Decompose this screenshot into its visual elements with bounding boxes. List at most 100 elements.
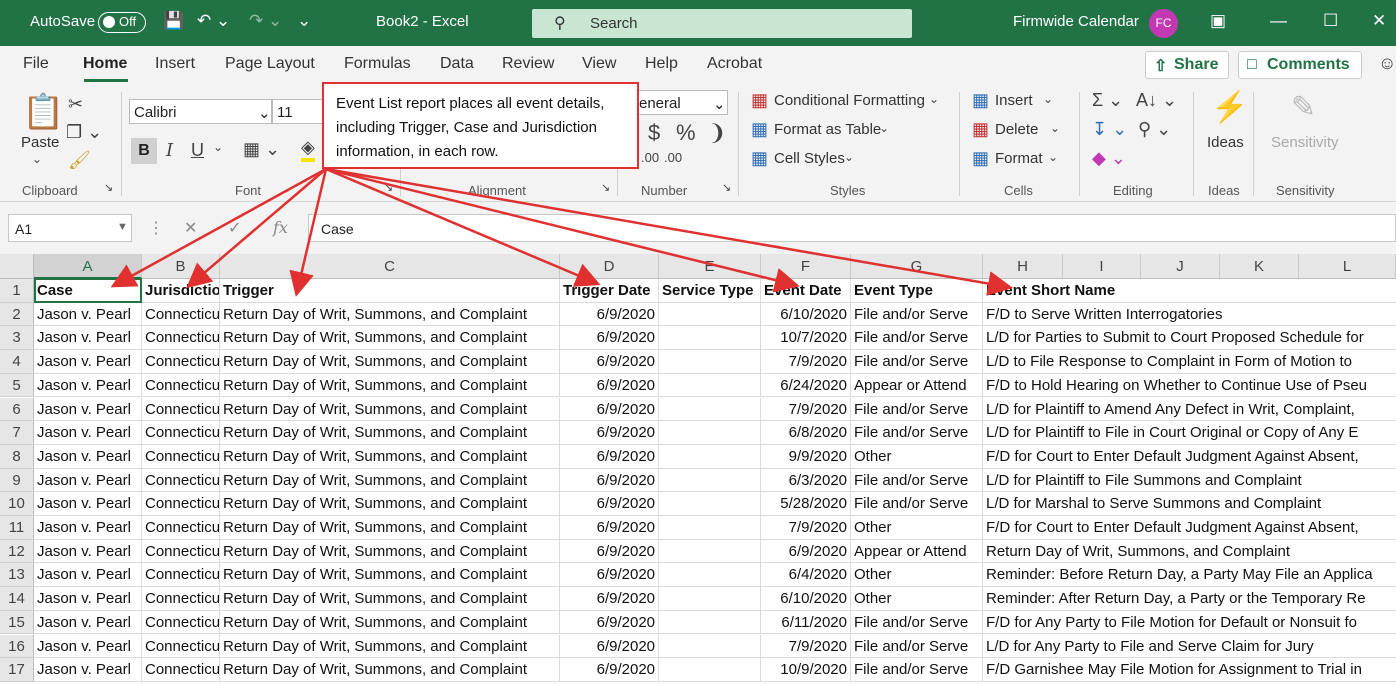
table-cell[interactable]: Jason v. Pearl <box>34 563 142 588</box>
row-header-16[interactable]: 16 <box>0 634 34 659</box>
table-cell[interactable]: Other <box>851 563 983 588</box>
delete-cells-icon[interactable]: ▦ <box>972 119 989 140</box>
row-header-10[interactable]: 10 <box>0 492 34 516</box>
insert-cells-icon[interactable]: ▦ <box>972 90 989 111</box>
format-as-table-button[interactable]: Format as Table <box>774 121 881 138</box>
chevron-down-icon[interactable]: ⌄ <box>32 152 42 166</box>
table-cell[interactable] <box>659 610 761 635</box>
conditional-formatting-button[interactable]: Conditional Formatting <box>774 92 925 109</box>
row-header-15[interactable]: 15 <box>0 610 34 635</box>
table-cell[interactable]: File and/or Serve <box>851 658 983 682</box>
insert-function-icon[interactable]: fx <box>273 218 288 237</box>
search-box[interactable]: ⚲ Search <box>532 9 912 38</box>
table-cell[interactable]: Return Day of Writ, Summons, and Complai… <box>220 610 560 635</box>
table-cell[interactable]: F/D for Court to Enter Default Judgment … <box>983 516 1396 540</box>
table-cell[interactable]: Connecticut <box>142 492 220 516</box>
ideas-icon[interactable]: ⚡ <box>1211 90 1248 125</box>
row-header-17[interactable]: 17 <box>0 658 34 682</box>
table-cell[interactable] <box>659 634 761 659</box>
table-cell[interactable]: Connecticut <box>142 302 220 327</box>
table-cell[interactable]: 6/9/2020 <box>560 516 659 540</box>
table-cell[interactable]: 10/9/2020 <box>761 658 851 682</box>
table-cell[interactable]: F/D to Serve Written Interrogatories <box>983 302 1396 327</box>
table-cell[interactable]: Jason v. Pearl <box>34 492 142 516</box>
table-cell[interactable]: 6/4/2020 <box>761 563 851 588</box>
table-cell[interactable]: 6/9/2020 <box>560 563 659 588</box>
table-cell[interactable]: File and/or Serve <box>851 302 983 327</box>
table-cell[interactable] <box>659 563 761 588</box>
table-cell[interactable]: Return Day of Writ, Summons, and Complai… <box>220 373 560 398</box>
table-cell[interactable]: L/D to File Response to Complaint in For… <box>983 350 1396 374</box>
table-cell[interactable]: Jason v. Pearl <box>34 516 142 540</box>
table-cell[interactable]: Connecticut <box>142 444 220 469</box>
table-cell[interactable] <box>659 350 761 374</box>
row-header-6[interactable]: 6 <box>0 397 34 422</box>
table-cell[interactable]: File and/or Serve <box>851 350 983 374</box>
column-header-g[interactable]: G <box>851 254 983 279</box>
comments-button[interactable]: □ Comments <box>1238 51 1362 79</box>
table-cell[interactable] <box>659 658 761 682</box>
table-cell[interactable]: 9/9/2020 <box>761 444 851 469</box>
tab-review[interactable]: Review <box>502 55 554 73</box>
row-header-7[interactable]: 7 <box>0 421 34 445</box>
table-cell[interactable]: 6/9/2020 <box>560 468 659 493</box>
row-header-14[interactable]: 14 <box>0 587 34 611</box>
table-cell[interactable]: L/D for Plaintiff to File in Court Origi… <box>983 421 1396 445</box>
column-header-e[interactable]: E <box>659 254 761 279</box>
chevron-down-icon[interactable]: ⌄ <box>213 140 223 154</box>
table-cell[interactable]: Connecticut <box>142 634 220 659</box>
share-button[interactable]: ⇧ Share <box>1145 51 1229 79</box>
row-header-1[interactable]: 1 <box>0 279 34 303</box>
header-cell[interactable]: Event Short Name <box>983 279 1396 303</box>
delete-button[interactable]: Delete <box>995 121 1038 138</box>
table-cell[interactable]: Return Day of Writ, Summons, and Complai… <box>220 563 560 588</box>
table-cell[interactable]: Connecticut <box>142 373 220 398</box>
paste-button[interactable]: Paste <box>21 134 59 151</box>
font-name-select[interactable]: Calibri ⌄ <box>129 99 272 124</box>
row-header-11[interactable]: 11 <box>0 516 34 540</box>
row-header-2[interactable]: 2 <box>0 302 34 327</box>
column-header-c[interactable]: C <box>220 254 560 279</box>
dialog-launcher-icon[interactable]: ↘ <box>601 181 610 194</box>
table-cell[interactable]: 5/28/2020 <box>761 492 851 516</box>
dialog-launcher-icon[interactable]: ↘ <box>104 181 113 194</box>
italic-icon[interactable]: I <box>166 140 173 161</box>
column-header-f[interactable]: F <box>761 254 851 279</box>
tab-page-layout[interactable]: Page Layout <box>225 55 315 73</box>
name-box[interactable]: A1 ▼ <box>8 214 132 242</box>
decrease-decimal-icon[interactable]: .00 <box>664 150 682 165</box>
table-cell[interactable]: Return Day of Writ, Summons, and Complai… <box>220 421 560 445</box>
ideas-button[interactable]: Ideas <box>1207 134 1244 151</box>
table-cell[interactable]: Jason v. Pearl <box>34 397 142 422</box>
tab-data[interactable]: Data <box>440 55 474 73</box>
table-cell[interactable]: Return Day of Writ, Summons, and Complai… <box>220 634 560 659</box>
table-cell[interactable]: Return Day of Writ, Summons, and Complai… <box>220 492 560 516</box>
table-cell[interactable]: 10/7/2020 <box>761 326 851 351</box>
table-cell[interactable]: 6/10/2020 <box>761 302 851 327</box>
table-cell[interactable] <box>659 468 761 493</box>
row-header-3[interactable]: 3 <box>0 326 34 351</box>
table-cell[interactable]: Reminder: Before Return Day, a Party May… <box>983 563 1396 588</box>
format-painter-icon[interactable]: 🖌 <box>68 150 91 171</box>
header-cell[interactable]: Event Type <box>851 279 983 303</box>
table-cell[interactable] <box>659 421 761 445</box>
copy-icon[interactable]: ❐ ⌄ <box>66 122 102 143</box>
cut-icon[interactable]: ✂ <box>68 94 83 115</box>
table-cell[interactable]: 6/9/2020 <box>560 397 659 422</box>
table-cell[interactable]: 7/9/2020 <box>761 350 851 374</box>
column-header-h[interactable]: H <box>983 254 1063 279</box>
table-cell[interactable]: Jason v. Pearl <box>34 539 142 564</box>
table-cell[interactable]: Return Day of Writ, Summons, and Complai… <box>220 302 560 327</box>
table-cell[interactable]: L/D for Any Party to File and Serve Clai… <box>983 634 1396 659</box>
table-cell[interactable]: File and/or Serve <box>851 326 983 351</box>
cell-styles-button[interactable]: Cell Styles <box>774 150 845 167</box>
close-icon[interactable]: ✕ <box>1372 11 1386 31</box>
row-header-9[interactable]: 9 <box>0 468 34 493</box>
row-header-5[interactable]: 5 <box>0 373 34 398</box>
table-cell[interactable]: File and/or Serve <box>851 421 983 445</box>
table-cell[interactable] <box>659 444 761 469</box>
table-cell[interactable] <box>659 373 761 398</box>
table-cell[interactable]: 6/9/2020 <box>560 587 659 611</box>
header-cell[interactable]: Service Type <box>659 279 761 303</box>
table-cell[interactable]: Connecticut <box>142 658 220 682</box>
